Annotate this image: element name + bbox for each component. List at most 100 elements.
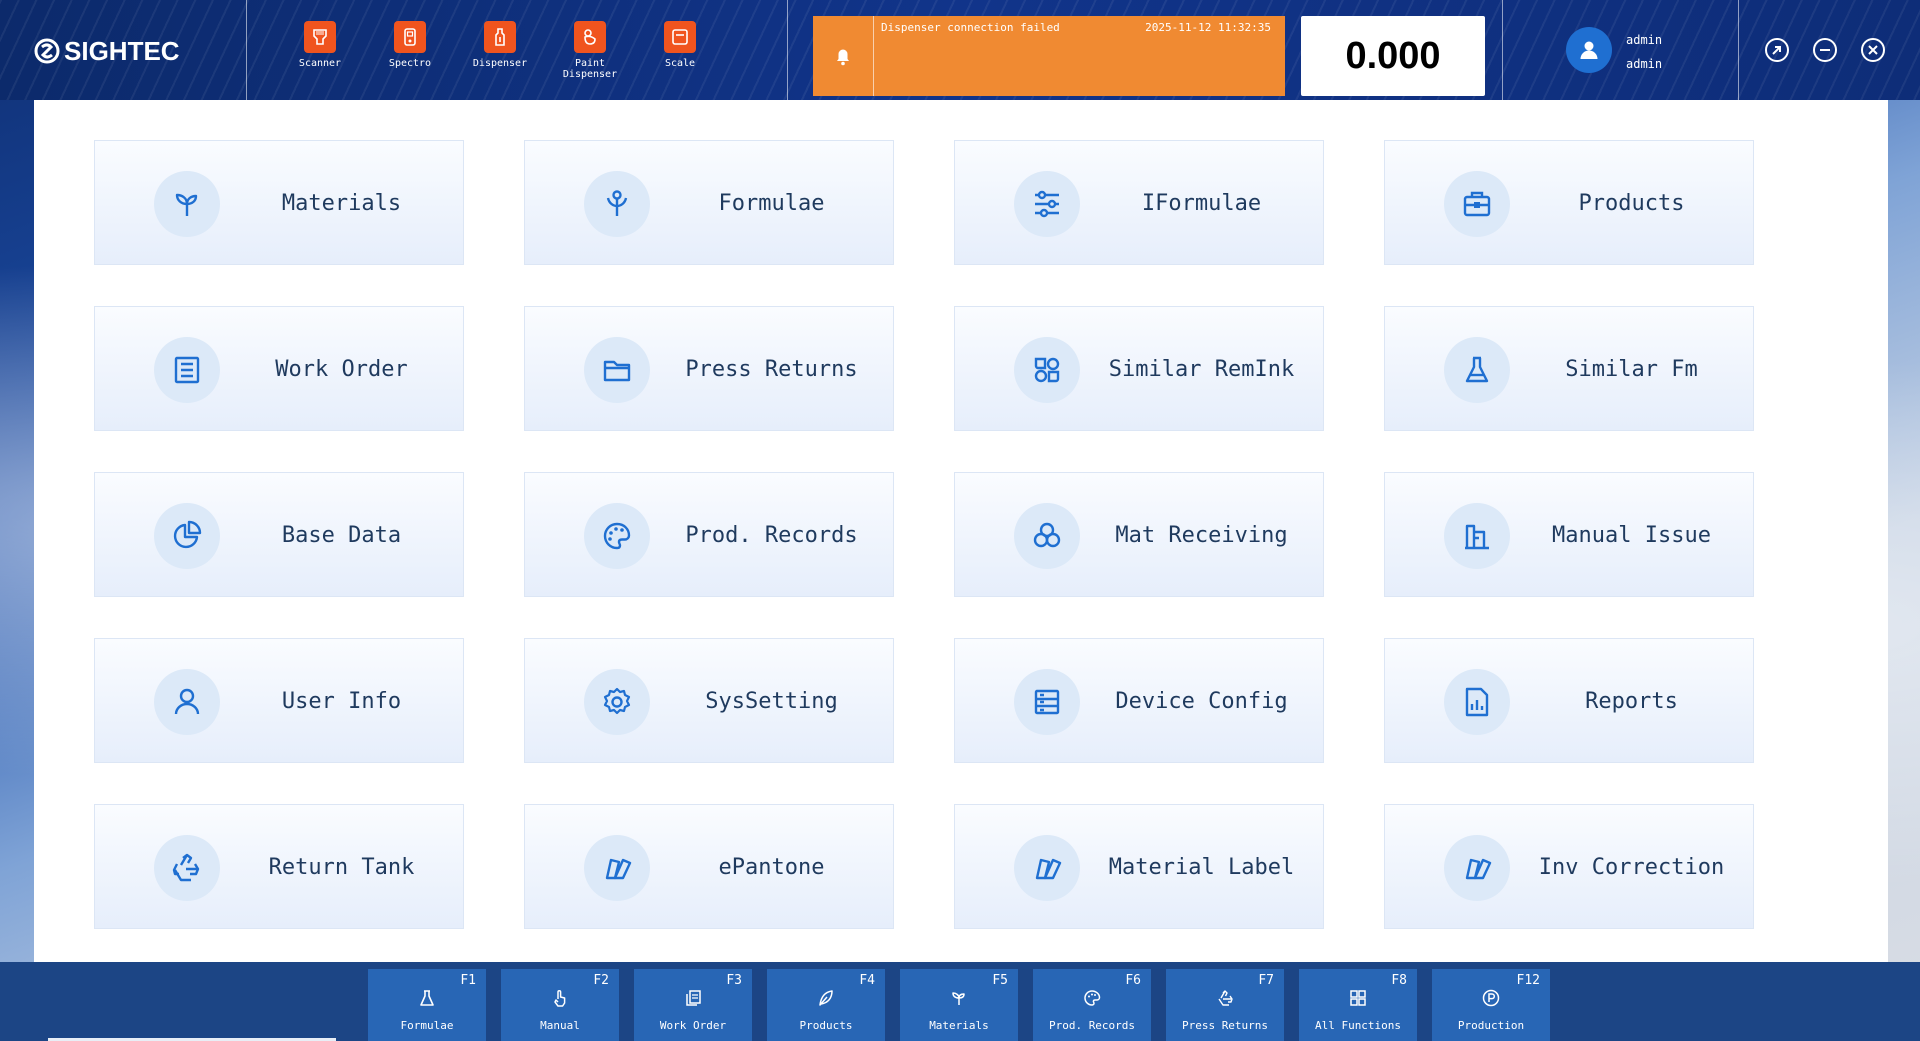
tile-formulae[interactable]: Formulae xyxy=(524,140,894,265)
circles-icon xyxy=(1033,522,1061,548)
window-restore-button[interactable] xyxy=(1764,37,1790,63)
pie-chart-icon xyxy=(173,520,202,549)
device-scale[interactable]: Scale xyxy=(645,21,715,69)
device-scanner[interactable]: Scanner xyxy=(285,21,355,69)
toolbox-icon xyxy=(1463,191,1491,217)
tile-base-data[interactable]: Base Data xyxy=(94,472,464,597)
fkey-press-returns[interactable]: F7 Press Returns xyxy=(1166,969,1284,1041)
tile-label: Press Returns xyxy=(685,357,858,382)
barcode-scanner-icon xyxy=(304,21,336,53)
tile-material-label[interactable]: Material Label xyxy=(954,804,1324,929)
flask-icon xyxy=(1465,356,1489,383)
swatch-icon xyxy=(605,858,632,880)
tile-products[interactable]: Products xyxy=(1384,140,1754,265)
tile-similar-fm[interactable]: Similar Fm xyxy=(1384,306,1754,431)
fkey-production[interactable]: F12 Production xyxy=(1432,969,1550,1041)
header-divider xyxy=(787,0,788,100)
tile-mat-receiving[interactable]: Mat Receiving xyxy=(954,472,1324,597)
alert-message: Dispenser connection failed xyxy=(881,21,1060,34)
tile-return-tank[interactable]: Return Tank xyxy=(94,804,464,929)
folder-icon xyxy=(603,360,631,382)
device-paint-dispenser[interactable]: Paint Dispenser xyxy=(555,21,625,80)
tile-label: Manual Issue xyxy=(1552,523,1711,548)
grid-icon xyxy=(1350,990,1366,1006)
report-icon xyxy=(1465,687,1489,717)
device-spectro[interactable]: Spectro xyxy=(375,21,445,69)
device-dispenser[interactable]: Dispenser xyxy=(465,21,535,69)
device-label: Spectro xyxy=(388,58,432,69)
gear-icon xyxy=(603,687,631,715)
sprout-icon xyxy=(952,992,965,1005)
tile-prod-records[interactable]: Prod. Records xyxy=(524,472,894,597)
fkey-prod-records[interactable]: F6 Prod. Records xyxy=(1033,969,1151,1041)
tile-label: Reports xyxy=(1585,689,1678,714)
device-label: Scale xyxy=(664,58,696,69)
header-divider xyxy=(1738,0,1739,100)
scale-reading: 0.000 xyxy=(1301,16,1485,96)
window-minimize-button[interactable] xyxy=(1812,37,1838,63)
fkey-products[interactable]: F4 Products xyxy=(767,969,885,1041)
fkey-label: Materials xyxy=(929,1019,989,1032)
alert-timestamp: 2025-11-12 11:32:35 xyxy=(1145,21,1271,34)
swatch-icon xyxy=(1035,858,1062,880)
tile-reports[interactable]: Reports xyxy=(1384,638,1754,763)
brand-logo-icon xyxy=(34,38,60,64)
p-circle-icon xyxy=(1482,989,1500,1007)
tile-label: Work Order xyxy=(275,357,408,382)
tile-label: IFormulae xyxy=(1141,191,1262,216)
fkey-materials[interactable]: F5 Materials xyxy=(900,969,1018,1041)
window-close-button[interactable] xyxy=(1860,37,1886,63)
recycle-icon xyxy=(172,853,200,882)
tile-inv-correction[interactable]: Inv Correction xyxy=(1384,804,1754,929)
fkey-manual[interactable]: F2 Manual xyxy=(501,969,619,1041)
tile-label: User Info xyxy=(281,689,402,714)
fkey-label: Prod. Records xyxy=(1048,1019,1136,1032)
tile-similar-remink[interactable]: Similar RemInk xyxy=(954,306,1324,431)
alert-banner[interactable]: Dispenser connection failed 2025-11-12 1… xyxy=(813,16,1285,96)
tile-syssetting[interactable]: SysSetting xyxy=(524,638,894,763)
tile-manual-issue[interactable]: Manual Issue xyxy=(1384,472,1754,597)
sprout-icon xyxy=(175,193,198,216)
tile-press-returns[interactable]: Press Returns xyxy=(524,306,894,431)
hand-icon xyxy=(554,990,566,1007)
device-label: Dispenser xyxy=(472,58,528,69)
tile-label: Mat Receiving xyxy=(1115,523,1288,548)
fkey-all-functions[interactable]: F8 All Functions xyxy=(1299,969,1417,1041)
tile-user-info[interactable]: User Info xyxy=(94,638,464,763)
copy-icon xyxy=(686,990,701,1006)
fkey-label: Formulae xyxy=(400,1019,454,1032)
fkey-label: Manual xyxy=(540,1019,580,1032)
tile-label: Products xyxy=(1578,191,1685,216)
dispenser-icon xyxy=(484,21,516,53)
tile-label: ePantone xyxy=(718,855,825,880)
tile-label: Return Tank xyxy=(268,855,415,880)
server-icon xyxy=(1034,689,1060,715)
tile-iformulae[interactable]: IFormulae xyxy=(954,140,1324,265)
sliders-icon xyxy=(1035,190,1059,218)
bell-icon[interactable] xyxy=(813,16,874,96)
tile-materials[interactable]: Materials xyxy=(94,140,464,265)
branch-icon xyxy=(606,190,628,216)
fkey-formulae[interactable]: F1 Formulae xyxy=(368,969,486,1041)
fkey-label: All Functions xyxy=(1314,1019,1402,1032)
tile-label: Materials xyxy=(281,191,402,216)
header-divider xyxy=(246,0,247,100)
fkey-work-order[interactable]: F3 Work Order xyxy=(634,969,752,1041)
tile-device-config[interactable]: Device Config xyxy=(954,638,1324,763)
paint-dispenser-icon xyxy=(574,21,606,53)
tile-work-order[interactable]: Work Order xyxy=(94,306,464,431)
tile-label: Prod. Records xyxy=(685,523,858,548)
tile-epantone[interactable]: ePantone xyxy=(524,804,894,929)
fkey-label: Work Order xyxy=(659,1019,727,1032)
avatar[interactable] xyxy=(1566,27,1612,73)
restore-icon xyxy=(1765,38,1789,62)
minimize-icon xyxy=(1813,38,1837,62)
recycle-icon xyxy=(1218,990,1233,1006)
tile-label: Similar RemInk xyxy=(1108,357,1295,382)
tile-label: Similar Fm xyxy=(1565,357,1698,382)
fkey-label: Production xyxy=(1457,1019,1525,1032)
flask-icon xyxy=(420,990,434,1006)
user-icon xyxy=(174,688,200,715)
header-divider xyxy=(1502,0,1503,100)
user-name: admin xyxy=(1626,33,1663,47)
